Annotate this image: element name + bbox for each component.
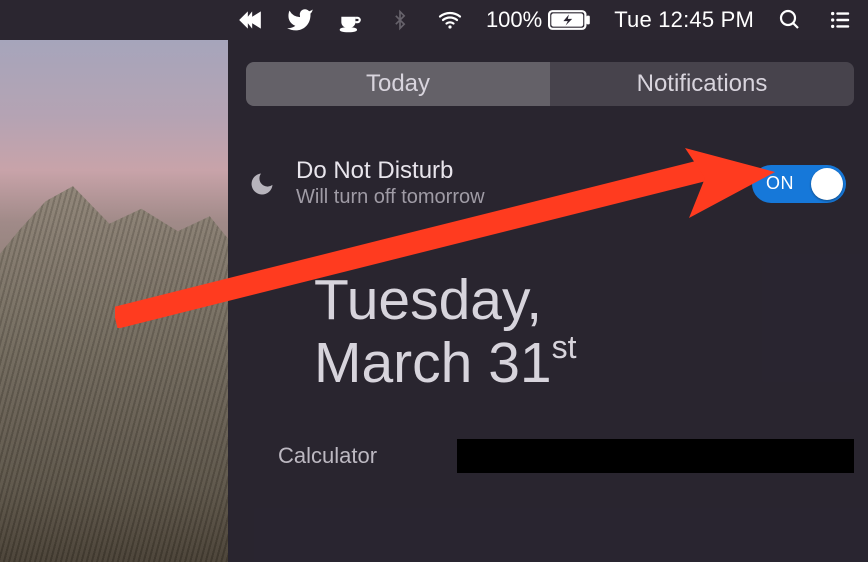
dnd-subtitle: Will turn off tomorrow [296,186,734,209]
calculator-widget-body [457,439,854,473]
dnd-title: Do Not Disturb [296,158,734,184]
do-not-disturb-row: Do Not Disturb Will turn off tomorrow ON [246,158,854,209]
dnd-toggle[interactable]: ON [752,165,846,203]
today-date: Tuesday, March 31st [314,269,854,394]
date-month-day: March 31 [314,331,552,395]
segmented-control: Today Notifications [246,62,854,106]
wallpaper-mountain [0,186,228,562]
caffeine-icon[interactable] [336,6,364,34]
dnd-toggle-knob [811,168,843,200]
moon-icon [246,168,278,200]
battery-percent: 100% [486,7,542,33]
dnd-toggle-label: ON [766,173,794,194]
date-line2: March 31st [314,332,854,395]
app-icon-1[interactable] [236,6,264,34]
wifi-icon[interactable] [436,6,464,34]
menubar: 100% Tue 12:45 PM [0,0,868,40]
spotlight-icon[interactable] [776,6,804,34]
notification-center-panel: Today Notifications Do Not Disturb Will … [228,40,868,562]
desktop-wallpaper [0,40,228,562]
calculator-widget-header: Calculator [246,439,854,473]
tab-today[interactable]: Today [246,62,550,106]
tab-notifications[interactable]: Notifications [550,62,854,106]
battery-status[interactable]: 100% [486,7,592,33]
calculator-widget-title: Calculator [278,443,377,469]
date-ordinal: st [552,329,577,365]
date-line1: Tuesday, [314,269,854,332]
twitter-icon[interactable] [286,6,314,34]
notification-center-icon[interactable] [826,6,854,34]
clock[interactable]: Tue 12:45 PM [614,7,754,33]
battery-icon [548,9,592,31]
bluetooth-icon[interactable] [386,6,414,34]
dnd-text: Do Not Disturb Will turn off tomorrow [296,158,734,209]
